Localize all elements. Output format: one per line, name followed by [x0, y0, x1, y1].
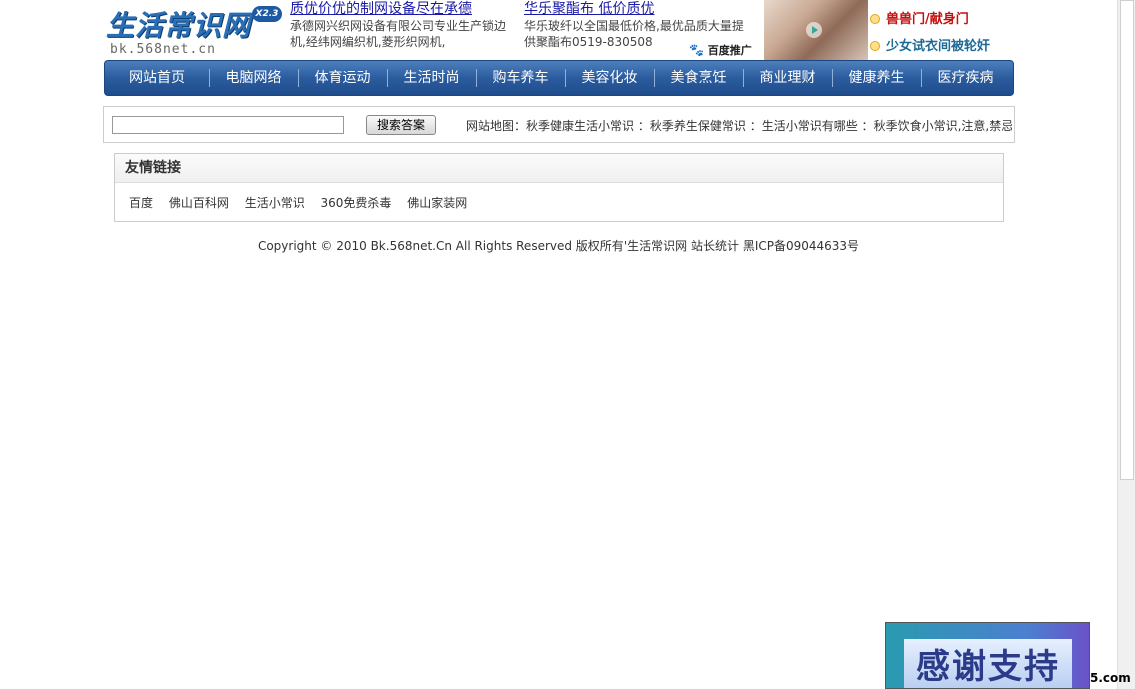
side-link-1[interactable]: 兽兽门/献身门 — [870, 8, 969, 27]
sitemap-link-3[interactable]: 生活小常识有哪些 — [762, 119, 858, 133]
text-ad-2-title-link[interactable]: 华乐聚酯布 低价质优 — [524, 1, 754, 17]
nav-item-sports[interactable]: 体育运动 — [298, 61, 387, 95]
sitemap-link[interactable]: 网站地图 — [466, 119, 514, 133]
floating-ad-text: 感谢支持 — [904, 639, 1072, 688]
paw-icon: 🐾 — [689, 43, 704, 57]
nav-item-beauty[interactable]: 美容化妆 — [565, 61, 654, 95]
sitemap-links: 网站地图：秋季健康生活小常识 ：秋季养生保健常识 ：生活小常识有哪些 ：秋季饮食… — [466, 119, 1012, 133]
nav-item-finance[interactable]: 商业理财 — [743, 61, 832, 95]
friend-link-360[interactable]: 360免费杀毒 — [321, 196, 392, 210]
friend-links-title: 友情链接 — [115, 154, 1003, 183]
friend-link-life-tips[interactable]: 生活小常识 — [245, 196, 305, 210]
sitemap-link-1[interactable]: 秋季健康生活小常识 — [526, 119, 634, 133]
side-link-2-label: 少女试衣间被轮奸 — [886, 39, 991, 54]
logo-version-badge: X2.3 — [252, 6, 282, 22]
nav-item-health[interactable]: 健康养生 — [832, 61, 921, 95]
friend-link-foshan-home[interactable]: 佛山家装网 — [407, 196, 467, 210]
nav-item-computer[interactable]: 电脑网络 — [209, 61, 298, 95]
site-header: 生活常识网 X2.3 bk.568net.cn 质优价优的制网设备尽在承德 承德… — [104, 0, 1014, 60]
baidu-promo-label: 百度推广 — [707, 44, 752, 57]
side-link-1-label: 兽兽门/献身门 — [886, 12, 969, 27]
logo-domain: bk.568net.cn — [110, 42, 216, 57]
search-input[interactable] — [112, 116, 344, 134]
text-ad-1-title-link[interactable]: 质优价优的制网设备尽在承德 — [290, 1, 516, 17]
scrollbar-thumb[interactable] — [1120, 0, 1134, 480]
logo-text: 生活常识网 — [106, 9, 252, 42]
bullet-icon — [870, 41, 880, 51]
nav-item-cooking[interactable]: 美食烹饪 — [654, 61, 743, 95]
friend-links-list: 百度 佛山百科网 生活小常识 360免费杀毒 佛山家装网 — [115, 183, 1003, 211]
text-ad-1-description: 承德网兴织网设备有限公司专业生产锁边机,经纬网编织机,菱形织网机, — [290, 19, 507, 49]
text-ad-1: 质优价优的制网设备尽在承德 承德网兴织网设备有限公司专业生产锁边机,经纬网编织机… — [290, 1, 516, 50]
page-footer: Copyright © 2010 Bk.568net.Cn All Rights… — [257, 239, 860, 253]
nav-item-fashion[interactable]: 生活时尚 — [387, 61, 476, 95]
floating-ad[interactable]: 感谢支持 — [885, 622, 1090, 689]
search-button[interactable]: 搜索答案 — [366, 115, 436, 135]
sitemap-link-2[interactable]: 秋季养生保健常识 — [650, 119, 746, 133]
floating-ad-tail: 5.com — [1090, 671, 1131, 685]
footer-copyright: Copyright © 2010 Bk.568net.Cn All Rights… — [257, 239, 624, 253]
friend-link-baidu[interactable]: 百度 — [129, 196, 153, 210]
baidu-promo-tag[interactable]: 🐾 百度推广 — [689, 42, 752, 58]
nav-item-home[interactable]: 网站首页 — [105, 61, 209, 95]
side-link-2[interactable]: 少女试衣间被轮奸 — [870, 35, 990, 54]
footer-site-link[interactable]: 生活常识网 — [627, 239, 687, 253]
vertical-scrollbar[interactable] — [1117, 0, 1135, 689]
bullet-icon — [870, 14, 880, 24]
footer-stats-link[interactable]: 站长统计 — [691, 239, 739, 253]
friend-link-foshan-baike[interactable]: 佛山百科网 — [169, 196, 229, 210]
nav-item-medical[interactable]: 医疗疾病 — [921, 61, 1010, 95]
friend-links-panel: 友情链接 百度 佛山百科网 生活小常识 360免费杀毒 佛山家装网 — [114, 153, 1004, 222]
play-icon — [806, 22, 822, 38]
site-logo[interactable]: 生活常识网 X2.3 bk.568net.cn — [104, 2, 286, 58]
main-nav: 网站首页 电脑网络 体育运动 生活时尚 购车养车 美容化妆 美食烹饪 商业理财 … — [104, 60, 1014, 96]
footer-icp-link[interactable]: 黑ICP备09044633号 — [743, 239, 859, 253]
nav-item-cars[interactable]: 购车养车 — [476, 61, 565, 95]
sitemap-link-4[interactable]: 秋季饮食小常识,注意,禁忌 — [874, 119, 1012, 133]
video-ad-thumbnail[interactable] — [764, 0, 868, 60]
search-bar: 搜索答案 网站地图：秋季健康生活小常识 ：秋季养生保健常识 ：生活小常识有哪些 … — [103, 106, 1015, 143]
